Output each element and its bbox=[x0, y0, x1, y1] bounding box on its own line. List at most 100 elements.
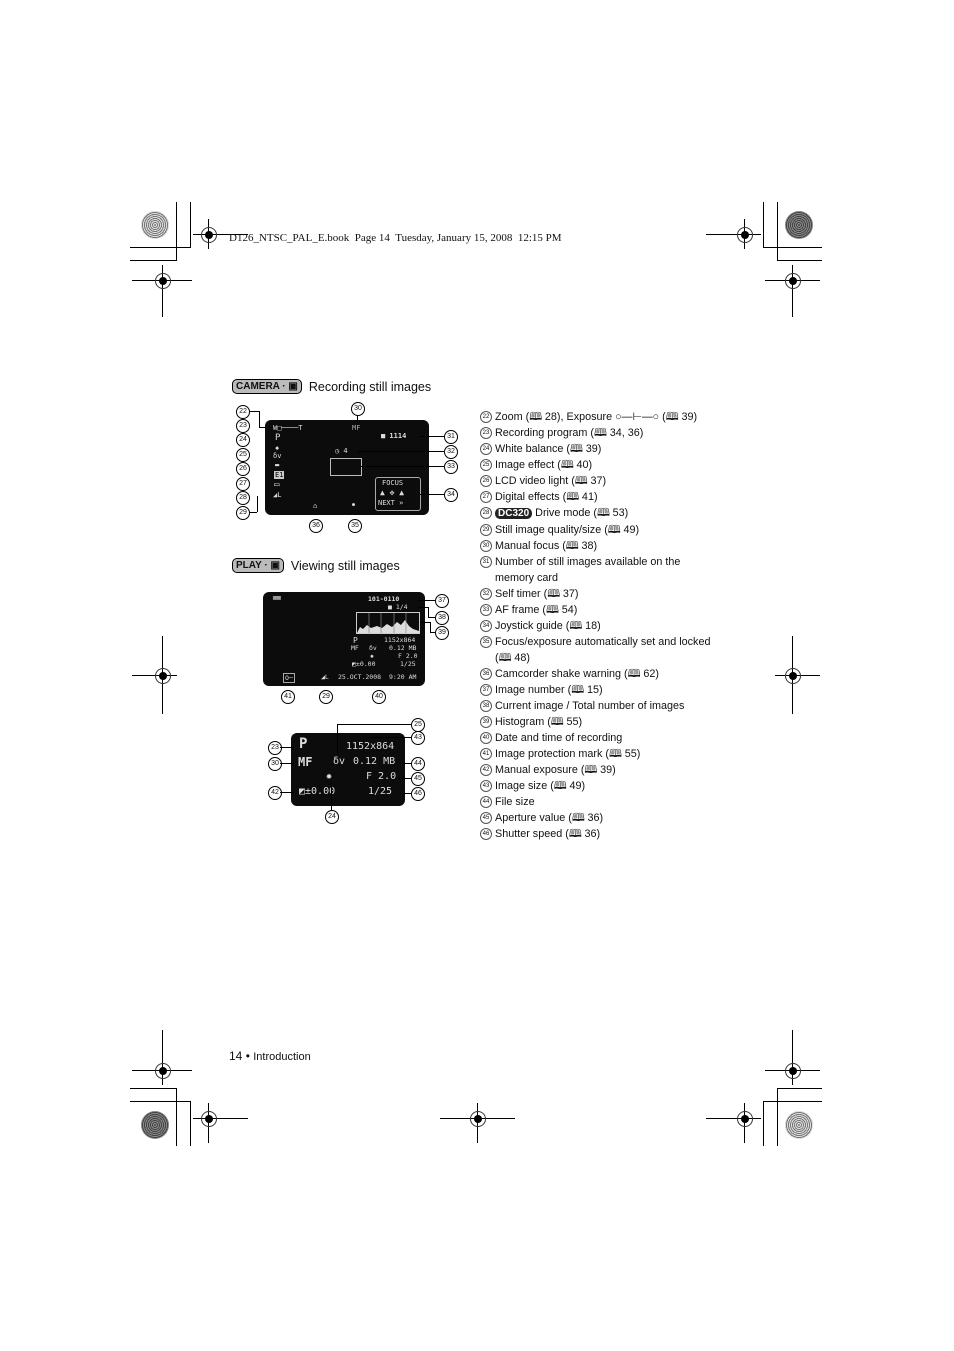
legend-text: Focus/exposure automatically set and loc… bbox=[495, 634, 720, 666]
aperture-value: F 2.0 bbox=[398, 652, 418, 660]
legend-number: 28 bbox=[480, 507, 492, 519]
legend-number: 23 bbox=[480, 427, 492, 439]
callout-39: 39 bbox=[435, 626, 449, 640]
legend-item: 37 Image number (🕮 15) bbox=[480, 682, 720, 698]
legend-number: 32 bbox=[480, 588, 492, 600]
joystick-arrows-icon: ▲ ✥ ▲ bbox=[380, 488, 405, 497]
protect-icon: O─ bbox=[283, 673, 295, 683]
legend-description: Date and time of recording bbox=[495, 732, 623, 744]
legend-number: 33 bbox=[480, 604, 492, 616]
legend-number: 35 bbox=[480, 636, 492, 648]
record-time: 9:20 AM bbox=[389, 673, 417, 681]
legend-description: Current image / Total number of images bbox=[495, 700, 685, 712]
legend-text: Zoom (🕮 28), Exposure ○—⊢—○ (🕮 39) bbox=[495, 409, 697, 425]
legend-text: Camcorder shake warning (🕮 62) bbox=[495, 666, 659, 682]
legend-number: 29 bbox=[480, 524, 492, 536]
legend-number: 24 bbox=[480, 443, 492, 455]
legend-number: 26 bbox=[480, 475, 492, 487]
legend-text: Image size (🕮 49) bbox=[495, 778, 585, 794]
legend-description: Focus/exposure automatically set and loc… bbox=[495, 636, 711, 664]
white-balance-icon: ✹ bbox=[275, 444, 280, 452]
legend-text: AF frame (🕮 54) bbox=[495, 602, 577, 618]
image-size: 1152x864 bbox=[346, 741, 395, 752]
print-header: D126_NTSC_PAL_E.book Page 14 Tuesday, Ja… bbox=[229, 232, 562, 244]
callout-26: 26 bbox=[236, 462, 250, 476]
program-indicator: P bbox=[275, 433, 281, 443]
manual-focus-indicator: MF bbox=[351, 644, 359, 652]
legend-text: Current image / Total number of images bbox=[495, 698, 684, 714]
legend-description: White balance (🕮 39) bbox=[495, 443, 602, 455]
legend-item: 39 Histogram (🕮 55) bbox=[480, 714, 720, 730]
registration-disc-icon bbox=[141, 211, 169, 239]
callout-45: 45 bbox=[411, 772, 425, 786]
legend-text: Number of still images available on the … bbox=[495, 554, 720, 586]
page-footer: 14 • Introduction bbox=[229, 1049, 311, 1063]
play-mode-badge: PLAY · ▣ bbox=[232, 558, 284, 573]
joystick-guide: FOCUS ▲ ✥ ▲ NEXT » bbox=[375, 477, 421, 511]
section-title-viewing: PLAY · ▣ Viewing still images bbox=[232, 558, 400, 573]
legend-item: 25 Image effect (🕮 40) bbox=[480, 457, 720, 473]
legend-text: Image protection mark (🕮 55) bbox=[495, 746, 640, 762]
legend-description: Still image quality/size (🕮 49) bbox=[495, 524, 640, 536]
legend-description: Shutter speed (🕮 36) bbox=[495, 828, 601, 840]
legend-description: Image effect (🕮 40) bbox=[495, 459, 593, 471]
callout-29: 29 bbox=[236, 506, 250, 520]
legend-number: 41 bbox=[480, 748, 492, 760]
legend-text: Image effect (🕮 40) bbox=[495, 457, 592, 473]
image-effect-icon: δv bbox=[369, 644, 377, 652]
legend-description: Digital effects (🕮 41) bbox=[495, 491, 598, 503]
legend-item: 35 Focus/exposure automatically set and l… bbox=[480, 634, 720, 666]
legend-text: DC320 Drive mode (🕮 53) bbox=[495, 505, 628, 522]
legend-description: Recording program (🕮 34, 36) bbox=[495, 427, 644, 439]
callout-34: 34 bbox=[444, 488, 458, 502]
legend-description: Drive mode (🕮 53) bbox=[535, 507, 629, 519]
callout-28: 28 bbox=[236, 491, 250, 505]
program-indicator: P bbox=[299, 736, 308, 752]
callout-37: 37 bbox=[435, 594, 449, 608]
quality-icon: ◢L bbox=[273, 491, 282, 499]
callout-43: 43 bbox=[411, 731, 425, 745]
registration-disc-icon bbox=[785, 211, 813, 239]
legend-text: Manual exposure (🕮 39) bbox=[495, 762, 616, 778]
image-number: 101-0110 bbox=[368, 595, 400, 603]
focus-lock-icon: ● bbox=[352, 502, 356, 508]
white-balance-icon: ✹ bbox=[326, 771, 333, 782]
legend-item: 29 Still image quality/size (🕮 49) bbox=[480, 522, 720, 538]
exposure-value: ◩±0.00 bbox=[299, 786, 336, 797]
legend-description: Zoom (🕮 28), Exposure ○—⊢—○ (🕮 39) bbox=[495, 411, 698, 423]
legend-text: Aperture value (🕮 36) bbox=[495, 810, 603, 826]
digital-effect-icon: E1 bbox=[274, 471, 285, 479]
legend-item: 32 Self timer (🕮 37) bbox=[480, 586, 720, 602]
callout-40: 40 bbox=[372, 690, 386, 704]
legend-item: 23 Recording program (🕮 34, 36) bbox=[480, 425, 720, 441]
legend-item: 36 Camcorder shake warning (🕮 62) bbox=[480, 666, 720, 682]
legend-number: 38 bbox=[480, 700, 492, 712]
legend-number: 34 bbox=[480, 620, 492, 632]
callout-46: 46 bbox=[411, 787, 425, 801]
callout-35: 35 bbox=[348, 519, 362, 533]
record-date: 25.OCT.2008 bbox=[338, 673, 382, 681]
file-size: 0.12 MB bbox=[389, 644, 417, 652]
legend-item: 45 Aperture value (🕮 36) bbox=[480, 810, 720, 826]
legend-description: Histogram (🕮 55) bbox=[495, 716, 583, 728]
white-balance-icon: ✹ bbox=[370, 652, 374, 660]
callout-44: 44 bbox=[411, 757, 425, 771]
shots-remaining: ■ 1114 bbox=[381, 432, 407, 440]
histogram bbox=[356, 612, 420, 634]
legend-text: Self timer (🕮 37) bbox=[495, 586, 579, 602]
legend-text: Shutter speed (🕮 36) bbox=[495, 826, 600, 842]
self-timer-indicator: ◷ 4 bbox=[335, 447, 348, 455]
playback-detail-screen: P MF δv ✹ ◩±0.00 1152x864 0.12 MB F 2.0 … bbox=[291, 733, 405, 806]
legend-item: 34 Joystick guide (🕮 18) bbox=[480, 618, 720, 634]
histogram-graph bbox=[357, 613, 419, 633]
legend-text: Still image quality/size (🕮 49) bbox=[495, 522, 639, 538]
legend-text: Histogram (🕮 55) bbox=[495, 714, 582, 730]
legend-text: LCD video light (🕮 37) bbox=[495, 473, 606, 489]
joystick-next-label: NEXT » bbox=[378, 499, 404, 507]
legend-item: 44 File size bbox=[480, 794, 720, 810]
legend-number: 45 bbox=[480, 812, 492, 824]
legend-number: 25 bbox=[480, 459, 492, 471]
file-size: 0.12 MB bbox=[353, 756, 396, 767]
shutter-speed: 1/25 bbox=[400, 660, 416, 668]
legend-text: Recording program (🕮 34, 36) bbox=[495, 425, 643, 441]
